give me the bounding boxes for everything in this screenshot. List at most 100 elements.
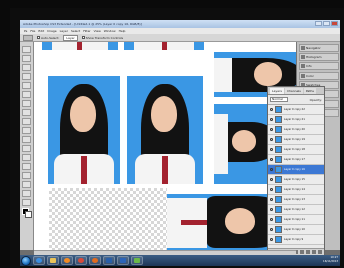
layer-row[interactable]: Layer 0 copy 15: [268, 175, 324, 185]
layer-name: Layer 0 copy 20: [284, 128, 305, 131]
crop-tool-icon[interactable]: [22, 82, 31, 89]
layer-thumbnail: [275, 156, 282, 163]
document-canvas[interactable]: [34, 42, 324, 250]
minimize-button[interactable]: [315, 21, 322, 26]
eraser-tool-icon[interactable]: [22, 136, 31, 143]
show-transform-checkbox[interactable]: [81, 36, 85, 39]
menu-layer[interactable]: Layer: [60, 29, 68, 33]
menu-file[interactable]: File: [30, 29, 35, 33]
taskbar-photoshop[interactable]: [103, 256, 115, 265]
taskbar-explorer[interactable]: [47, 256, 59, 265]
visibility-eye-icon[interactable]: [270, 118, 273, 121]
visibility-eye-icon[interactable]: [270, 178, 273, 181]
visibility-eye-icon[interactable]: [270, 198, 273, 201]
close-button[interactable]: [331, 21, 338, 26]
layer-row[interactable]: Layer 0 copy 20: [268, 125, 324, 135]
tab-paths[interactable]: Paths: [303, 88, 316, 94]
system-tray[interactable]: 10:27 16/11/2013: [323, 256, 338, 264]
blend-mode-select[interactable]: Normal: [270, 97, 288, 102]
menu-select[interactable]: Select: [71, 29, 80, 33]
visibility-eye-icon[interactable]: [270, 208, 273, 211]
visibility-eye-icon[interactable]: [270, 238, 273, 241]
new-group-icon[interactable]: [306, 250, 310, 254]
taskbar-app[interactable]: [131, 256, 143, 265]
dodge-tool-icon[interactable]: [22, 163, 31, 170]
slice-tool-icon[interactable]: [22, 91, 31, 98]
menu-filter[interactable]: Filter: [83, 29, 90, 33]
marquee-tool-icon[interactable]: [22, 55, 31, 62]
auto-select-option[interactable]: Auto-Select:: [37, 36, 59, 40]
window-title: Adobe Photoshop CS3 Extended - [Untitled…: [23, 22, 142, 26]
brush-tool-icon[interactable]: [22, 109, 31, 116]
start-button[interactable]: [21, 255, 31, 266]
taskbar-chrome[interactable]: [75, 256, 87, 265]
pen-tool-icon[interactable]: [22, 172, 31, 179]
auto-select-label: Auto-Select:: [41, 35, 60, 40]
layer-thumbnail: [275, 196, 282, 203]
tool-preset-picker[interactable]: [23, 34, 33, 41]
visibility-eye-icon[interactable]: [270, 108, 273, 111]
taskbar-word[interactable]: [117, 256, 129, 265]
menu-image[interactable]: Image: [47, 29, 56, 33]
chrome-icon: [78, 258, 84, 263]
layer-mask-icon[interactable]: [300, 250, 304, 254]
layer-name: Layer 0 copy 9: [284, 238, 304, 241]
trash-icon[interactable]: [318, 250, 322, 254]
panel-histogram[interactable]: Histogram: [299, 53, 339, 61]
zoom-tool-icon[interactable]: [22, 199, 31, 206]
tab-layers[interactable]: Layers: [270, 88, 284, 94]
layer-row[interactable]: Layer 0 copy 22: [268, 105, 324, 115]
tab-channels[interactable]: Channels: [284, 88, 303, 94]
photo-portrait: [124, 42, 204, 50]
blur-tool-icon[interactable]: [22, 154, 31, 161]
visibility-eye-icon[interactable]: [270, 168, 273, 171]
taskbar-ie[interactable]: [33, 256, 45, 265]
menu-help[interactable]: Help: [119, 29, 126, 33]
gradient-tool-icon[interactable]: [22, 145, 31, 152]
visibility-eye-icon[interactable]: [270, 148, 273, 151]
show-transform-option[interactable]: Show Transform Controls: [81, 36, 123, 40]
visibility-eye-icon[interactable]: [270, 138, 273, 141]
visibility-eye-icon[interactable]: [270, 158, 273, 161]
menu-view[interactable]: View: [94, 29, 101, 33]
menu-edit[interactable]: Edit: [38, 29, 44, 33]
visibility-eye-icon[interactable]: [270, 218, 273, 221]
menu-ps[interactable]: Ps: [24, 29, 27, 33]
layer-row[interactable]: Layer 0 copy 14: [268, 185, 324, 195]
taskbar-media[interactable]: [61, 256, 73, 265]
visibility-eye-icon[interactable]: [270, 228, 273, 231]
layer-row[interactable]: Layer 0 copy 9: [268, 235, 324, 245]
layer-row[interactable]: Layer 0 copy 12: [268, 205, 324, 215]
move-tool-icon[interactable]: [22, 46, 31, 53]
shape-tool-icon[interactable]: [22, 190, 31, 197]
auto-select-target[interactable]: Layer: [63, 34, 78, 41]
layers-panel-tabs: Layers Channels Paths: [268, 87, 324, 95]
visibility-eye-icon[interactable]: [270, 128, 273, 131]
panel-info[interactable]: Info: [299, 62, 339, 70]
history-brush-tool-icon[interactable]: [22, 127, 31, 134]
layer-row[interactable]: Layer 0 copy 10: [268, 225, 324, 235]
lasso-tool-icon[interactable]: [22, 64, 31, 71]
layer-row[interactable]: Layer 0 copy 13: [268, 195, 324, 205]
layer-row[interactable]: Layer 0 copy 16: [268, 165, 324, 175]
new-layer-icon[interactable]: [312, 250, 316, 254]
healing-brush-tool-icon[interactable]: [22, 100, 31, 107]
menu-window[interactable]: Window: [104, 29, 116, 33]
magic-wand-tool-icon[interactable]: [22, 73, 31, 80]
clone-stamp-tool-icon[interactable]: [22, 118, 31, 125]
type-tool-icon[interactable]: [22, 181, 31, 188]
transparent-area: [49, 188, 167, 250]
layer-row[interactable]: Layer 0 copy 21: [268, 115, 324, 125]
taskbar-firefox[interactable]: [89, 256, 101, 265]
visibility-eye-icon[interactable]: [270, 188, 273, 191]
maximize-button[interactable]: [323, 21, 330, 26]
layer-row[interactable]: Layer 0 copy 11: [268, 215, 324, 225]
clock-date: 16/11/2013: [323, 260, 338, 263]
panel-color[interactable]: Color: [299, 72, 339, 80]
layer-row[interactable]: Layer 0 copy 18: [268, 145, 324, 155]
background-color-swatch[interactable]: [25, 211, 32, 218]
layer-row[interactable]: Layer 0 copy 17: [268, 155, 324, 165]
auto-select-checkbox[interactable]: [37, 36, 40, 39]
panel-navigator[interactable]: Navigator: [299, 44, 339, 52]
layer-row[interactable]: Layer 0 copy 19: [268, 135, 324, 145]
